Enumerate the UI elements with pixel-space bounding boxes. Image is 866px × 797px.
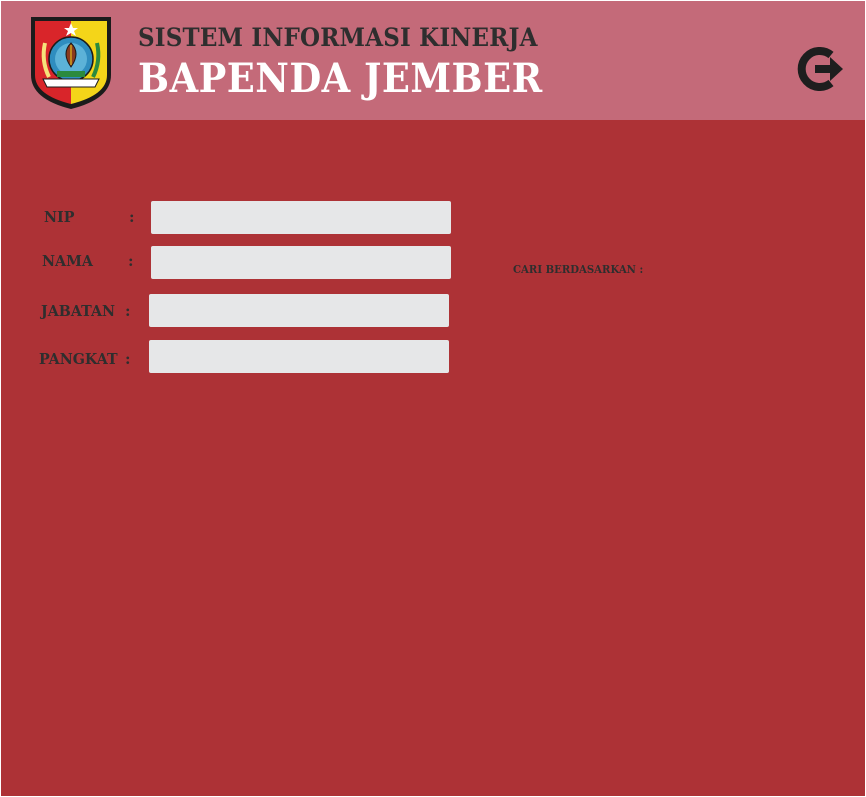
nip-label: NIP (44, 208, 75, 226)
nip-colon: : (129, 208, 135, 226)
search-by-label: CARI BERDASARKAN : (513, 263, 644, 276)
jabatan-label: JABATAN (41, 302, 116, 320)
nama-input[interactable] (151, 246, 451, 279)
app-subtitle: SISTEM INFORMASI KINERJA (138, 23, 538, 52)
nama-label: NAMA (42, 252, 93, 270)
pangkat-colon: : (125, 350, 131, 368)
nama-colon: : (128, 252, 134, 270)
pangkat-label: PANGKAT (39, 350, 118, 368)
jabatan-colon: : (125, 302, 131, 320)
app-title: BAPENDA JEMBER (138, 55, 543, 102)
nip-input[interactable] (151, 201, 451, 234)
app-window: SISTEM INFORMASI KINERJA BAPENDA JEMBER … (1, 1, 865, 796)
jabatan-input[interactable] (149, 294, 449, 327)
header-bar: SISTEM INFORMASI KINERJA BAPENDA JEMBER (1, 1, 865, 120)
logout-icon[interactable] (797, 47, 845, 91)
pangkat-input[interactable] (149, 340, 449, 373)
jember-regency-emblem-icon (31, 17, 111, 109)
